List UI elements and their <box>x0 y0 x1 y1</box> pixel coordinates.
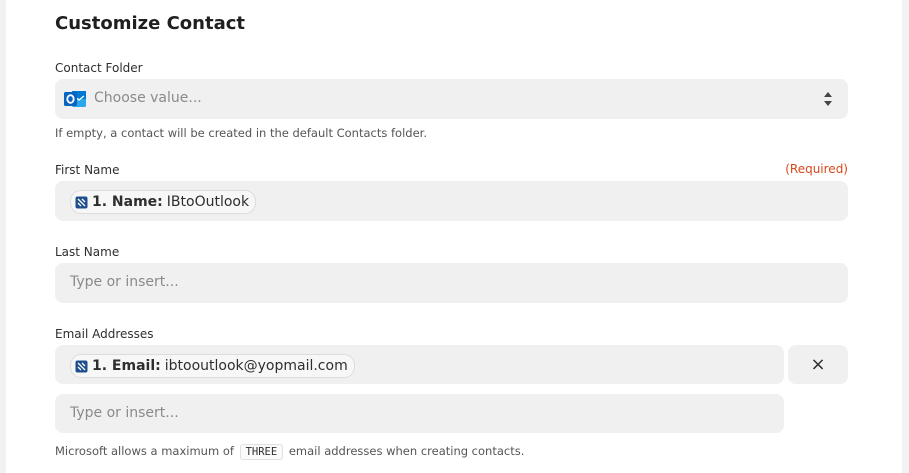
contact-folder-help: If empty, a contact will be created in t… <box>55 126 427 140</box>
pill-step-label: 1. Email: <box>92 358 161 374</box>
email-new-placeholder: Type or insert... <box>70 405 179 421</box>
outlook-icon <box>64 91 86 107</box>
required-indicator: (Required) <box>785 162 848 176</box>
email-mapped-value[interactable]: 1. Email: ibtooutlook@yopmail.com <box>70 354 355 378</box>
max-count-highlight: THREE <box>239 444 284 460</box>
pill-step-label: 1. Name: <box>92 194 163 210</box>
help-text-before: Microsoft allows a maximum of <box>55 444 234 458</box>
email-address-field-1[interactable]: 1. Email: ibtooutlook@yopmail.com <box>55 345 784 384</box>
close-icon: × <box>810 353 826 375</box>
first-name-field[interactable]: 1. Name: IBtoOutlook <box>55 181 848 221</box>
pill-value: ibtooutlook@yopmail.com <box>164 358 348 374</box>
help-text-after: email addresses when creating contacts. <box>288 444 525 458</box>
contact-folder-label: Contact Folder <box>55 61 143 75</box>
last-name-placeholder: Type or insert... <box>70 274 179 290</box>
email-address-field-new[interactable]: Type or insert... <box>55 394 784 433</box>
section-title: Customize Contact <box>55 13 246 34</box>
app-step-icon <box>75 196 88 208</box>
contact-folder-select[interactable]: Choose value... <box>55 79 848 119</box>
first-name-label: First Name <box>55 163 120 177</box>
last-name-label: Last Name <box>55 245 120 259</box>
pill-value: IBtoOutlook <box>166 194 250 210</box>
customize-contact-panel: Customize Contact Contact Folder Choose … <box>6 0 902 473</box>
email-addresses-help: Microsoft allows a maximum of THREE emai… <box>55 444 524 460</box>
sort-arrows-icon <box>824 92 832 106</box>
contact-folder-placeholder: Choose value... <box>94 90 202 106</box>
first-name-mapped-value[interactable]: 1. Name: IBtoOutlook <box>70 190 257 214</box>
remove-email-button[interactable]: × <box>788 345 848 384</box>
app-step-icon <box>75 360 88 372</box>
email-addresses-label: Email Addresses <box>55 327 154 341</box>
last-name-field[interactable]: Type or insert... <box>55 263 848 303</box>
